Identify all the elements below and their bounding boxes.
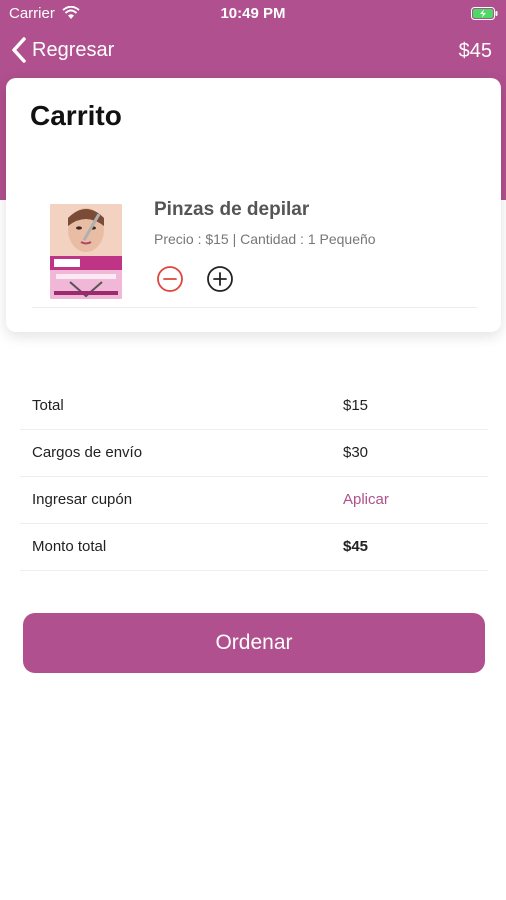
chevron-left-icon (12, 37, 26, 63)
plus-circle-icon[interactable] (206, 265, 234, 293)
summary-label: Cargos de envío (32, 444, 143, 461)
summary-value: $15 (343, 397, 369, 414)
minus-circle-icon[interactable] (156, 265, 184, 293)
order-button[interactable]: Ordenar (23, 613, 485, 673)
back-button[interactable]: Regresar (10, 36, 114, 64)
apply-coupon-link[interactable]: Aplicar (343, 491, 389, 508)
product-details: Precio : $15 | Cantidad : 1 Pequeño (154, 231, 376, 247)
summary-row-shipping: Cargos de envío $30 (20, 430, 488, 477)
product-name: Pinzas de depilar (154, 199, 310, 220)
back-label: Regresar (32, 38, 115, 61)
summary-row-total: Total $15 (20, 383, 488, 430)
summary-label: Total (32, 397, 64, 414)
status-time: 10:49 PM (220, 5, 286, 22)
summary-row-grand-total: Monto total $45 (20, 524, 488, 571)
cart-total-price: $45 (458, 40, 492, 62)
summary-value: $30 (343, 444, 369, 461)
status-bar: Carrier 10:49 PM (0, 0, 506, 28)
navigation-bar: Regresar $45 (0, 30, 506, 74)
summary-label: Monto total (32, 538, 107, 555)
summary-row-coupon: Ingresar cupón Aplicar (20, 477, 488, 524)
order-summary: Total $15 Cargos de envío $30 Ingresar c… (20, 383, 488, 571)
page-title: Carrito (30, 100, 122, 131)
divider (32, 307, 477, 308)
battery-charging-icon (471, 7, 498, 20)
summary-value: $45 (343, 538, 369, 555)
product-image (50, 204, 122, 299)
cart-card: Carrito Pinzas de depilar Precio : $15 |… (6, 78, 501, 332)
summary-label: Ingresar cupón (32, 491, 133, 508)
